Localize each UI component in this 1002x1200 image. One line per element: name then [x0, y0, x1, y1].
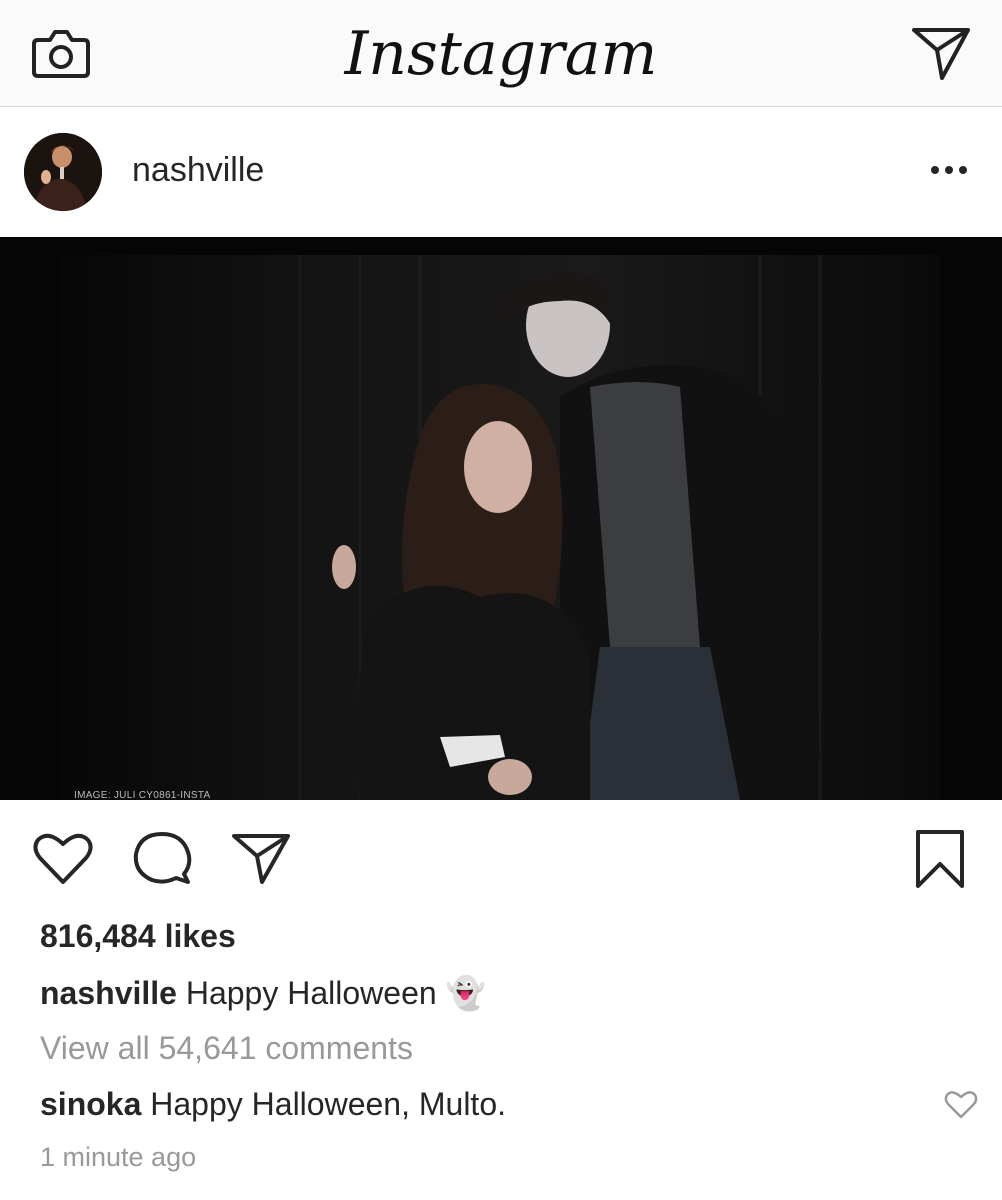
- caption-username[interactable]: nashville: [40, 975, 177, 1011]
- comment-username[interactable]: sinoka: [40, 1086, 141, 1122]
- post-image[interactable]: [0, 237, 1002, 800]
- post-username[interactable]: nashville: [132, 151, 264, 190]
- comment-icon[interactable]: [132, 830, 192, 886]
- heart-icon[interactable]: [32, 830, 94, 886]
- comment-heart-icon[interactable]: [944, 1090, 978, 1120]
- caption-text: Happy Halloween: [185, 975, 437, 1011]
- paper-plane-icon[interactable]: [910, 24, 972, 82]
- instagram-logo: Instagram: [344, 19, 658, 89]
- ghost-emoji: 👻: [445, 975, 486, 1011]
- comment-text: Happy Halloween, Multo.: [150, 1086, 506, 1122]
- view-all-comments-link[interactable]: View all 54,641 comments: [40, 1030, 413, 1067]
- post-timestamp: 1 minute ago: [40, 1142, 197, 1172]
- top-navigation-bar: Instagram: [0, 0, 1002, 107]
- share-icon[interactable]: [230, 830, 292, 886]
- likes-count[interactable]: 816,484 likes: [40, 918, 236, 955]
- comment-item: sinoka Happy Halloween, Multo.: [40, 1086, 506, 1123]
- post-header: nashville: [0, 107, 1002, 237]
- avatar[interactable]: [24, 133, 102, 211]
- post-actions: [0, 800, 1002, 910]
- post-caption: nashville Happy Halloween 👻: [40, 974, 485, 1012]
- more-dots-icon[interactable]: [928, 163, 970, 177]
- bookmark-icon[interactable]: [912, 828, 968, 890]
